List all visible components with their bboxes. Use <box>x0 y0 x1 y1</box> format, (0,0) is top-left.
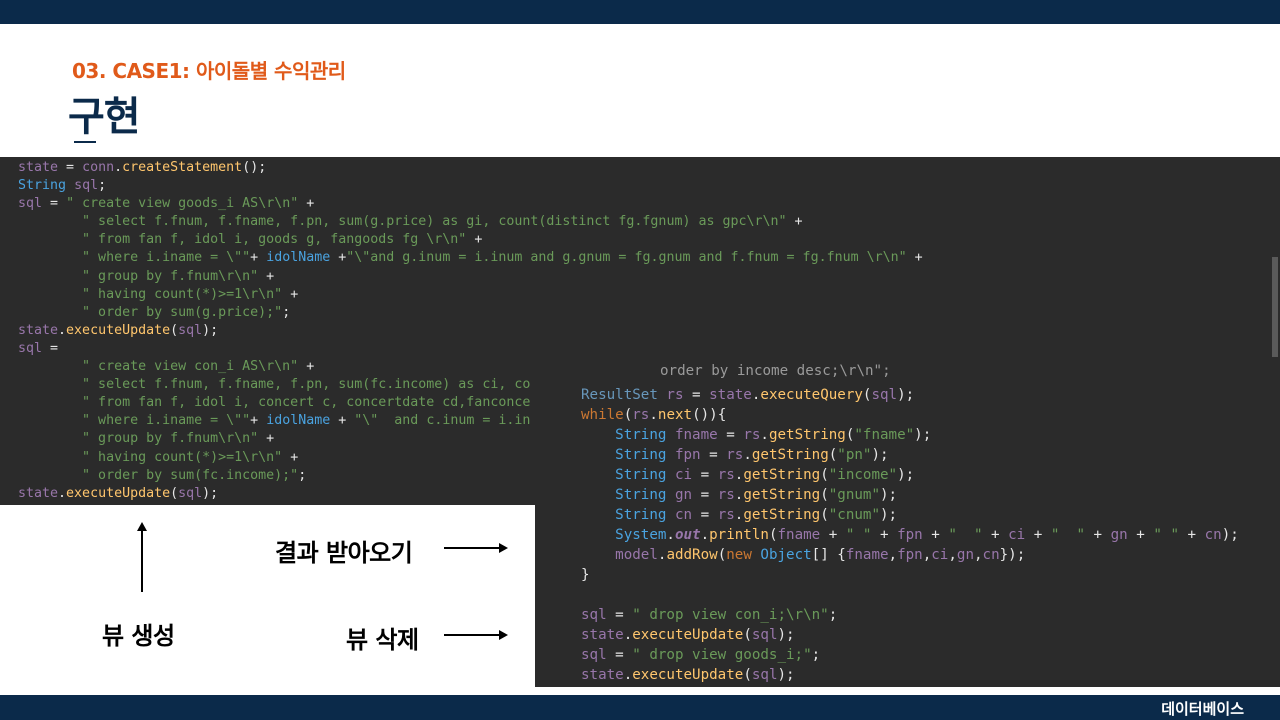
right-arrow-result <box>444 543 508 553</box>
top-bar <box>0 0 1280 24</box>
code-line: model.addRow(new Object[] {fname,fpn,ci,… <box>615 547 1026 563</box>
code-line: String cn = rs.getString("cnum"); <box>615 507 898 523</box>
up-arrow <box>137 522 147 592</box>
code-line: System.out.println(fname + " " + fpn + "… <box>615 527 1239 543</box>
label-drop-view: 뷰 삭제 <box>346 626 419 654</box>
code-line: " having count(*)>=1\r\n" + <box>82 449 299 465</box>
code-line: " where i.iname = \""+ idolName + "\" an… <box>82 413 531 429</box>
code-line: sql = <box>18 340 59 356</box>
code-line: " select f.fnum, f.fname, f.pn, sum(g.pr… <box>82 214 803 230</box>
code-line: " where i.iname = \""+ idolName +"\"and … <box>82 250 923 266</box>
code-line: String fname = rs.getString("fname"); <box>615 427 932 443</box>
code-line: } <box>581 567 590 583</box>
code-line: " group by f.fnum\r\n" + <box>82 431 275 447</box>
code-line: String sql; <box>18 178 107 194</box>
page-title: 구현 <box>68 94 141 140</box>
code-line: " select f.fnum, f.fname, f.pn, sum(fc.i… <box>82 377 531 393</box>
clipped-code-line: order by income desc;\r\n"; <box>660 363 891 379</box>
code-line: " group by f.fnum\r\n" + <box>82 268 275 284</box>
code-line: state = conn.createStatement(); <box>18 160 267 175</box>
code-line: " order by sum(g.price);"; <box>82 304 291 320</box>
code-line: " order by sum(fc.income);"; <box>82 467 307 483</box>
code-line: " create view con_i AS\r\n" + <box>82 359 315 375</box>
label-create-view: 뷰 생성 <box>102 622 175 650</box>
code-line: sql = " create view goods_i AS\r\n" + <box>18 196 315 212</box>
code-line: " from fan f, idol i, goods g, fangoods … <box>82 232 483 248</box>
code-line: state.executeUpdate(sql); <box>18 485 219 501</box>
bottom-bar <box>0 695 1280 720</box>
code-line: " from fan f, idol i, concert c, concert… <box>82 395 531 411</box>
code-line: sql = " drop view goods_i;"; <box>581 647 821 663</box>
section-subtitle: 03. CASE1: 아이돌별 수익관리 <box>72 59 346 83</box>
code-line: String ci = rs.getString("income"); <box>615 467 915 483</box>
code-panel-result-and-drop: ResultSet rs = state.executeQuery(sql); … <box>535 357 1280 687</box>
label-receive-result: 결과 받아오기 <box>275 539 413 567</box>
right-arrow-drop <box>444 630 508 640</box>
code-line: " having count(*)>=1\r\n" + <box>82 286 299 302</box>
code-line: state.executeUpdate(sql); <box>18 322 219 338</box>
code-line: String gn = rs.getString("gnum"); <box>615 487 898 503</box>
code-line: while(rs.next()){ <box>581 407 727 423</box>
code-line: sql = " drop view con_i;\r\n"; <box>581 607 838 623</box>
title-underline <box>74 141 96 143</box>
code-line: ResultSet rs = state.executeQuery(sql); <box>581 387 915 403</box>
code-line: String fpn = rs.getString("pn"); <box>615 447 889 463</box>
code-line: state.executeUpdate(sql); <box>581 667 795 683</box>
code-line: state.executeUpdate(sql); <box>581 627 795 643</box>
code-block-result: ResultSet rs = state.executeQuery(sql); … <box>581 365 1239 685</box>
footer-label: 데이터베이스 <box>1161 700 1244 718</box>
